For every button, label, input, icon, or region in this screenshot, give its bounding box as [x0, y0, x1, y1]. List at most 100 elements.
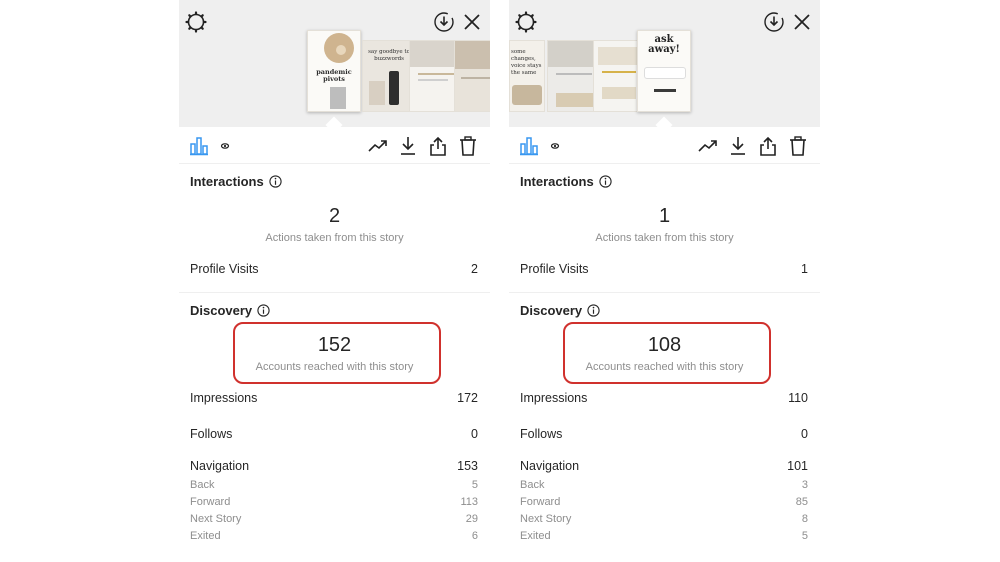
follows-value: 0	[471, 427, 478, 441]
selected-story-pointer	[655, 116, 673, 127]
story-thumbnail-image	[512, 85, 542, 105]
actions-count-label: Actions taken from this story	[265, 232, 404, 244]
story-thumbnail-image	[330, 87, 346, 109]
story-thumbnail-line	[556, 73, 592, 75]
story-thumbnail[interactable]: pandemic pivots	[307, 30, 361, 112]
nav-forward-label: Forward	[190, 496, 231, 508]
download-icon[interactable]	[728, 136, 748, 156]
profile-visits-value: 2	[471, 262, 478, 276]
follows-value: 0	[801, 427, 808, 441]
follows-label: Follows	[190, 427, 233, 441]
story-thumbnail-text: say goodbye to buzzwords	[368, 49, 410, 62]
info-icon[interactable]	[269, 175, 282, 188]
story-thumbnail[interactable]	[454, 40, 490, 112]
nav-next-story-value: 29	[465, 513, 478, 525]
nav-next-story-value: 8	[801, 513, 808, 525]
selected-story-pointer	[325, 116, 343, 127]
navigation-value: 101	[787, 459, 808, 473]
story-thumbnail-image	[369, 81, 385, 105]
navigation-label: Navigation	[190, 459, 250, 473]
nav-forward-value: 85	[795, 496, 808, 508]
download-icon[interactable]	[398, 136, 418, 156]
story-thumbnail-image	[556, 93, 594, 107]
close-icon[interactable]	[791, 11, 813, 33]
insights-toolbar	[179, 127, 490, 164]
story-thumbnail-text: ask away!	[648, 34, 680, 55]
nav-next-story-label: Next Story	[190, 513, 242, 525]
story-thumbnail-text: some changes, voice stays the same	[511, 49, 542, 76]
discovery-heading: Discovery	[520, 303, 600, 318]
story-preview-strip: some changes, voice stays the same ask a…	[509, 0, 820, 127]
story-thumbnail-image	[654, 89, 676, 105]
nav-next-story-label: Next Story	[520, 513, 572, 525]
insights-toolbar	[509, 127, 820, 164]
profile-visits-value: 1	[801, 262, 808, 276]
nav-forward-value: 113	[460, 496, 478, 508]
discovery-heading: Discovery	[190, 303, 270, 318]
accounts-reached-count: 108	[647, 334, 682, 356]
interactions-heading: Interactions	[520, 174, 612, 189]
trend-icon[interactable]	[698, 136, 718, 156]
download-circle-icon[interactable]	[433, 11, 455, 33]
nav-exited-label: Exited	[520, 530, 551, 542]
eye-icon[interactable]	[549, 136, 569, 156]
share-icon[interactable]	[428, 136, 448, 156]
story-thumbnail[interactable]: say goodbye to buzzwords	[362, 40, 416, 112]
story-thumbnail-image	[389, 71, 399, 105]
trend-icon[interactable]	[368, 136, 388, 156]
info-icon[interactable]	[599, 175, 612, 188]
settings-gear-icon[interactable]	[185, 11, 207, 33]
info-icon[interactable]	[587, 304, 600, 317]
nav-back-value: 3	[801, 479, 808, 491]
story-thumbnail[interactable]: some changes, voice stays the same	[509, 40, 545, 112]
trash-icon[interactable]	[458, 136, 478, 156]
nav-exited-value: 6	[471, 530, 478, 542]
nav-exited-label: Exited	[190, 530, 221, 542]
story-thumbnail-image	[602, 87, 636, 99]
question-sticker	[644, 67, 686, 79]
story-preview-strip: pandemic pivots say goodbye to buzzwords	[179, 0, 490, 127]
accounts-reached-label: Accounts reached with this story	[585, 361, 744, 373]
impressions-label: Impressions	[190, 391, 258, 405]
actions-count-label: Actions taken from this story	[595, 232, 734, 244]
nav-back-value: 5	[471, 479, 478, 491]
story-thumbnail-text: pandemic pivots	[316, 68, 352, 83]
navigation-value: 153	[457, 459, 478, 473]
story-thumbnail-line	[602, 71, 636, 73]
section-divider	[179, 292, 490, 293]
story-thumbnail-line	[461, 77, 490, 79]
profile-visits-label: Profile Visits	[190, 262, 259, 276]
story-insights-panel-left: pandemic pivots say goodbye to buzzwords	[179, 0, 490, 562]
impressions-value: 172	[457, 391, 478, 405]
close-icon[interactable]	[461, 11, 483, 33]
section-divider	[509, 292, 820, 293]
nav-back-label: Back	[190, 479, 215, 491]
story-thumbnail-line	[418, 73, 456, 75]
nav-forward-label: Forward	[520, 496, 561, 508]
download-circle-icon[interactable]	[763, 11, 785, 33]
navigation-label: Navigation	[520, 459, 580, 473]
bar-chart-icon[interactable]	[189, 136, 209, 156]
impressions-value: 110	[788, 391, 808, 405]
share-icon[interactable]	[758, 136, 778, 156]
actions-count: 2	[328, 205, 341, 227]
story-thumbnail[interactable]: ask away!	[637, 30, 691, 112]
accounts-reached-label: Accounts reached with this story	[255, 361, 414, 373]
impressions-label: Impressions	[520, 391, 588, 405]
story-thumbnail-image	[598, 47, 642, 65]
story-insights-panel-right: some changes, voice stays the same ask a…	[509, 0, 820, 562]
trash-icon[interactable]	[788, 136, 808, 156]
profile-visits-label: Profile Visits	[520, 262, 589, 276]
settings-gear-icon[interactable]	[515, 11, 537, 33]
actions-count: 1	[658, 205, 671, 227]
nav-exited-value: 5	[801, 530, 808, 542]
nav-back-label: Back	[520, 479, 545, 491]
interactions-heading: Interactions	[190, 174, 282, 189]
eye-icon[interactable]	[219, 136, 239, 156]
story-thumbnail-image	[455, 41, 490, 69]
follows-label: Follows	[520, 427, 563, 441]
accounts-reached-count: 152	[317, 334, 352, 356]
bar-chart-icon[interactable]	[519, 136, 539, 156]
story-thumbnail-line	[418, 79, 448, 81]
info-icon[interactable]	[257, 304, 270, 317]
